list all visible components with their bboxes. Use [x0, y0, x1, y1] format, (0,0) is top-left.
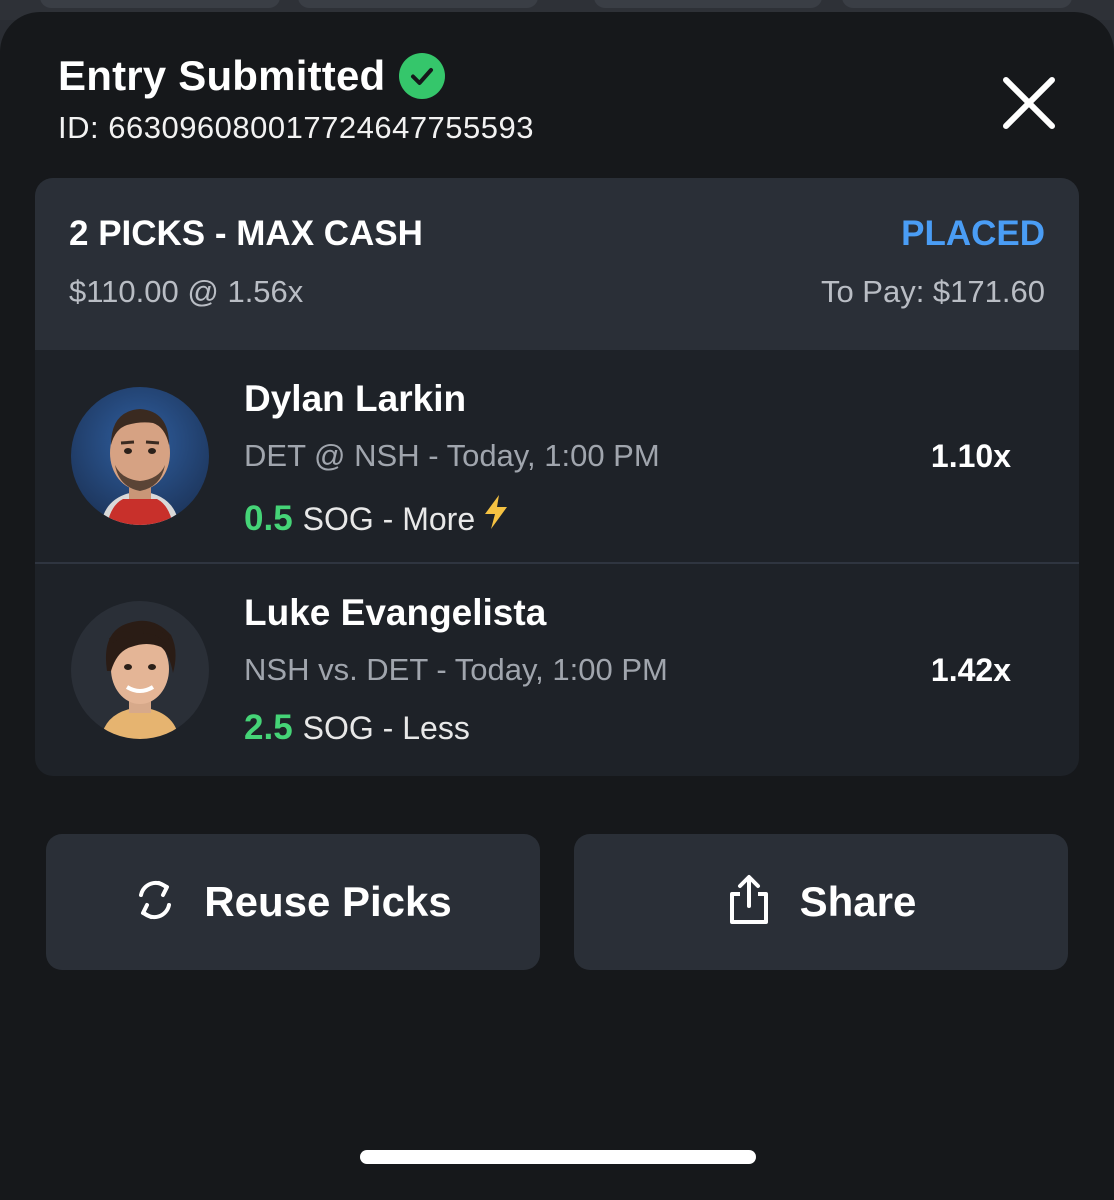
pick-line: 2.5 SOG - Less: [244, 708, 470, 748]
avatar: [71, 601, 209, 739]
pick-line: 0.5 SOG - More: [244, 494, 511, 539]
background-element: [842, 0, 1072, 8]
entry-summary: 2 PICKS - MAX CASH PLACED $110.00 @ 1.56…: [35, 178, 1079, 350]
entry-id: ID: 663096080017724647755593: [58, 110, 535, 145]
entry-card: 2 PICKS - MAX CASH PLACED $110.00 @ 1.56…: [35, 178, 1079, 776]
avatar: [71, 387, 209, 525]
game-info: DET @ NSH - Today, 1:00 PM: [244, 438, 660, 473]
share-button[interactable]: Share: [574, 834, 1068, 970]
entry-stake: $110.00 @ 1.56x: [69, 274, 304, 309]
background-element: [594, 0, 822, 8]
entry-to-pay: To Pay: $171.60: [820, 274, 1045, 309]
line-description: SOG - More: [302, 501, 476, 537]
entry-type: 2 PICKS - MAX CASH: [69, 214, 423, 253]
lightning-bolt-icon: [481, 494, 511, 538]
reuse-picks-label: Reuse Picks: [204, 878, 452, 925]
share-icon: [726, 874, 772, 931]
background-element: [40, 0, 280, 8]
home-indicator[interactable]: [360, 1150, 756, 1164]
background-element: [298, 0, 538, 8]
status-badge: PLACED: [901, 214, 1045, 253]
game-info: NSH vs. DET - Today, 1:00 PM: [244, 652, 668, 687]
pick-multiplier: 1.10x: [930, 438, 1011, 474]
check-circle-icon: [399, 53, 446, 99]
close-icon[interactable]: [994, 68, 1064, 138]
entry-confirmation-sheet: Entry Submitted ID: 66309608001772464775…: [0, 12, 1114, 1200]
reuse-picks-button[interactable]: Reuse Picks: [46, 834, 540, 970]
pick-row: Luke Evangelista NSH vs. DET - Today, 1:…: [35, 564, 1079, 776]
page-title: Entry Submitted: [58, 52, 386, 99]
share-label: Share: [799, 878, 917, 925]
line-value: 0.5: [244, 499, 293, 538]
player-name: Luke Evangelista: [244, 592, 547, 633]
pick-row: Dylan Larkin DET @ NSH - Today, 1:00 PM …: [35, 350, 1079, 564]
line-description: SOG - Less: [302, 710, 470, 746]
pick-multiplier: 1.42x: [930, 652, 1011, 688]
refresh-icon: [134, 875, 176, 930]
sheet-header: Entry Submitted: [58, 52, 446, 100]
player-name: Dylan Larkin: [244, 378, 467, 419]
line-value: 2.5: [244, 708, 293, 747]
